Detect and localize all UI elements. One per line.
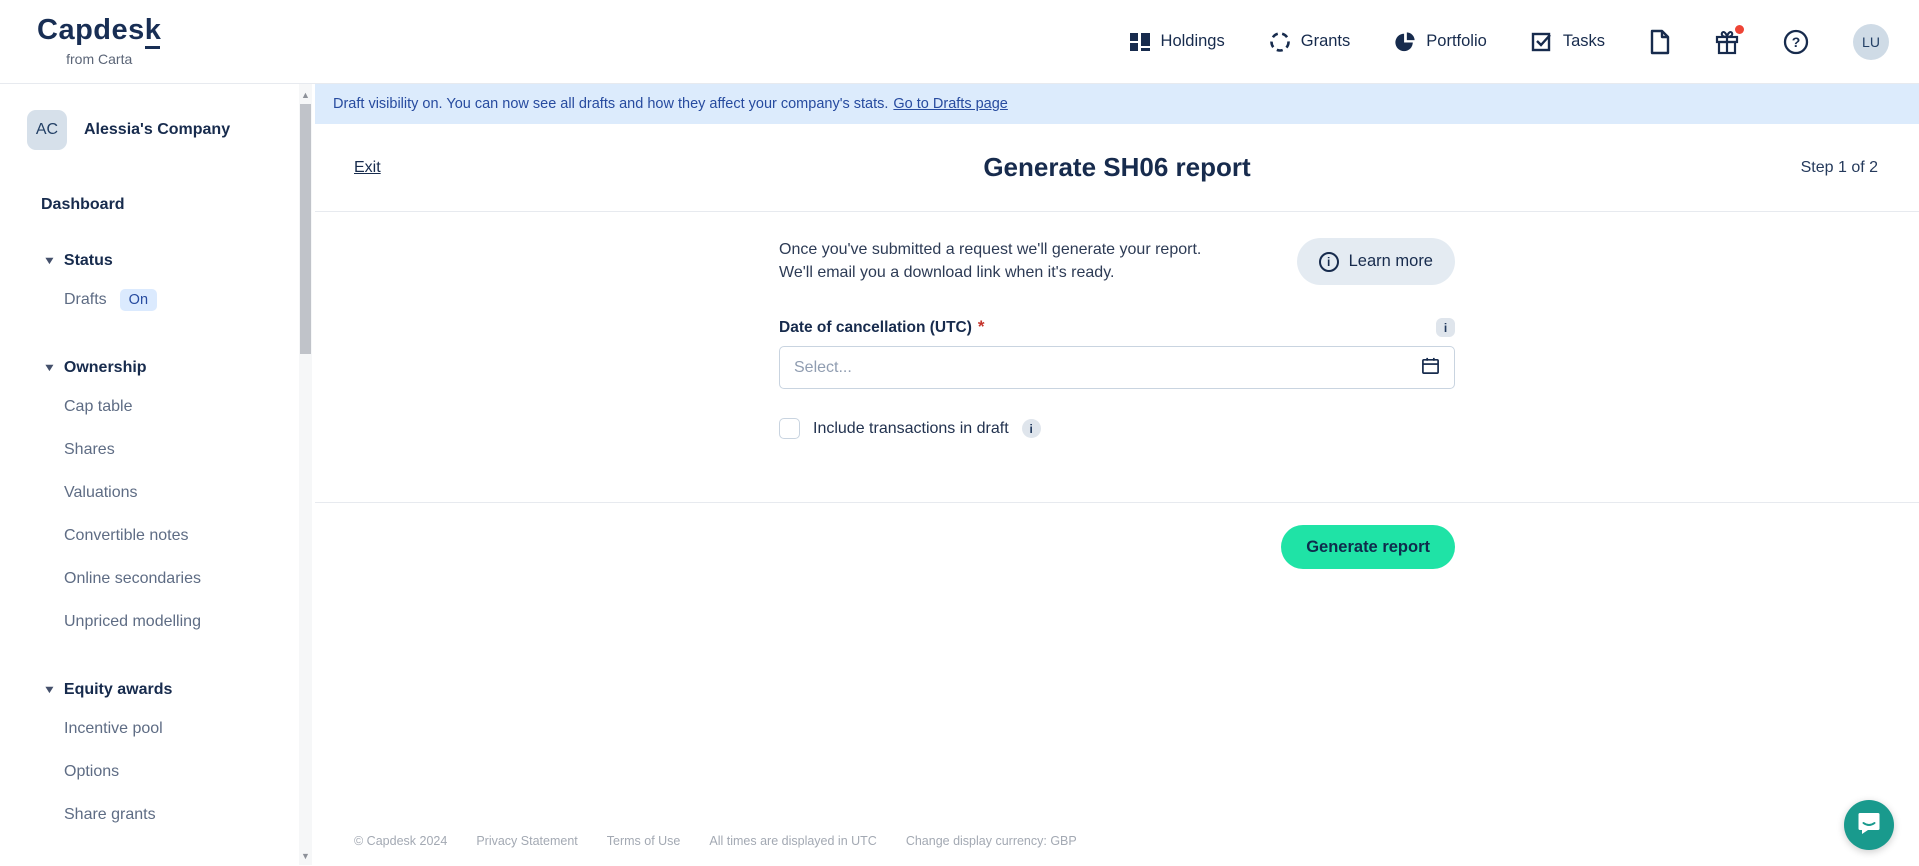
chat-launcher-button[interactable]: [1844, 800, 1894, 850]
pie-chart-icon: [1394, 31, 1416, 53]
sidebar-item-unpriced-modelling[interactable]: Unpriced modelling: [64, 600, 315, 643]
grid-icon: [1129, 31, 1151, 53]
footer-terms-link[interactable]: Terms of Use: [607, 834, 681, 848]
chevron-down-icon: ▼: [42, 684, 57, 696]
footer-currency-link[interactable]: Change display currency: GBP: [906, 834, 1077, 848]
sidebar-section-ownership: ▼ Ownership Cap table Shares Valuations …: [0, 351, 315, 643]
scroll-up-arrow[interactable]: ▲: [299, 88, 312, 102]
info-circle-icon: i: [1318, 251, 1339, 272]
nav-holdings-label: Holdings: [1160, 32, 1225, 50]
gift-icon[interactable]: [1715, 24, 1744, 55]
chevron-down-icon: ▼: [42, 255, 57, 267]
scrollbar-thumb[interactable]: [300, 104, 311, 354]
learn-more-button[interactable]: i Learn more: [1296, 238, 1455, 285]
capdesk-logo[interactable]: Capdesk from Carta: [37, 14, 162, 68]
logo-subtitle: from Carta: [66, 51, 133, 67]
date-info-icon[interactable]: i: [1436, 318, 1455, 337]
company-name: Alessia's Company: [84, 121, 231, 138]
generate-report-button[interactable]: Generate report: [1281, 525, 1455, 569]
company-avatar: AC: [27, 110, 67, 150]
sidebar-item-dashboard[interactable]: Dashboard: [41, 196, 315, 214]
svg-text:?: ?: [1792, 34, 1801, 50]
footer: © Capdesk 2024 Privacy Statement Terms o…: [354, 834, 1077, 848]
date-field-label: Date of cancellation (UTC) *: [779, 316, 985, 336]
select-placeholder: Select...: [794, 358, 852, 376]
notification-dot: [1735, 24, 1744, 34]
draft-visibility-banner: Draft visibility on. You can now see all…: [315, 84, 1919, 124]
chevron-down-icon: ▼: [42, 362, 57, 374]
checkbox-info-icon[interactable]: i: [1021, 419, 1041, 438]
include-transactions-checkbox[interactable]: [779, 418, 800, 439]
logo-brand-text: Capdesk: [37, 14, 162, 46]
logo-underline: [145, 46, 161, 49]
nav-tasks[interactable]: Tasks: [1531, 31, 1605, 53]
user-avatar[interactable]: LU: [1853, 23, 1889, 60]
nav-holdings[interactable]: Holdings: [1129, 31, 1225, 53]
top-header: Capdesk from Carta Holdings Grants Portf…: [0, 0, 1919, 84]
sidebar-header-status[interactable]: ▼ Status: [42, 244, 315, 278]
exit-link[interactable]: Exit: [354, 159, 381, 177]
date-select-input[interactable]: Select...: [779, 346, 1455, 389]
intro-text: Once you've submitted a request we'll ge…: [779, 241, 1202, 281]
sidebar-scrollbar[interactable]: ▲ ▼: [299, 84, 312, 865]
documents-icon[interactable]: [1649, 29, 1671, 55]
help-icon[interactable]: ?: [1783, 29, 1809, 55]
checkbox-label: Include transactions in draft: [813, 419, 1009, 437]
sidebar-section-status: ▼ Status Drafts On: [0, 244, 315, 321]
nav-portfolio-label: Portfolio: [1426, 32, 1487, 50]
required-asterisk: *: [977, 316, 985, 336]
sidebar-item-drafts[interactable]: Drafts On: [64, 278, 315, 321]
dashed-circle-icon: [1269, 31, 1291, 53]
main-panel: Draft visibility on. You can now see all…: [315, 84, 1919, 865]
sidebar-item-valuations[interactable]: Valuations: [64, 471, 315, 514]
go-to-drafts-link[interactable]: Go to Drafts page: [893, 96, 1007, 112]
sidebar-item-incentive-pool[interactable]: Incentive pool: [64, 707, 315, 750]
sidebar: AC Alessia's Company Dashboard ▼ Status …: [0, 84, 315, 865]
sidebar-item-share-grants[interactable]: Share grants: [64, 793, 315, 836]
footer-copyright: © Capdesk 2024: [354, 834, 448, 848]
actions-zone: Generate report: [315, 503, 1919, 569]
top-navigation: Holdings Grants Portfolio Tasks ? LU: [1129, 23, 1889, 60]
scroll-down-arrow[interactable]: ▼: [299, 849, 312, 863]
sidebar-item-online-secondaries[interactable]: Online secondaries: [64, 557, 315, 600]
sidebar-item-convertible-notes[interactable]: Convertible notes: [64, 514, 315, 557]
footer-privacy-link[interactable]: Privacy Statement: [476, 834, 577, 848]
sidebar-item-options[interactable]: Options: [64, 750, 315, 793]
report-form: Once you've submitted a request we'll ge…: [315, 212, 1919, 502]
sidebar-header-ownership[interactable]: ▼ Ownership: [42, 351, 315, 385]
chat-bubble-icon: [1856, 810, 1882, 841]
page-title: Generate SH06 report: [983, 152, 1251, 182]
calendar-icon[interactable]: [1421, 356, 1440, 380]
banner-text: Draft visibility on. You can now see all…: [333, 96, 889, 112]
step-indicator: Step 1 of 2: [1800, 158, 1878, 176]
nav-grants[interactable]: Grants: [1269, 31, 1351, 53]
wizard-header: Exit Generate SH06 report Step 1 of 2: [315, 124, 1919, 212]
company-switcher[interactable]: AC Alessia's Company: [27, 110, 315, 150]
nav-grants-label: Grants: [1300, 32, 1351, 50]
footer-utc-note: All times are displayed in UTC: [709, 834, 877, 848]
sidebar-section-equity-awards: ▼ Equity awards Incentive pool Options S…: [0, 673, 315, 836]
nav-tasks-label: Tasks: [1562, 32, 1605, 50]
drafts-on-badge: On: [119, 288, 158, 311]
sidebar-item-cap-table[interactable]: Cap table: [64, 385, 315, 428]
sidebar-item-shares[interactable]: Shares: [64, 428, 315, 471]
checked-box-icon: [1531, 31, 1553, 53]
nav-portfolio[interactable]: Portfolio: [1394, 31, 1487, 53]
sidebar-header-equity-awards[interactable]: ▼ Equity awards: [42, 673, 315, 707]
